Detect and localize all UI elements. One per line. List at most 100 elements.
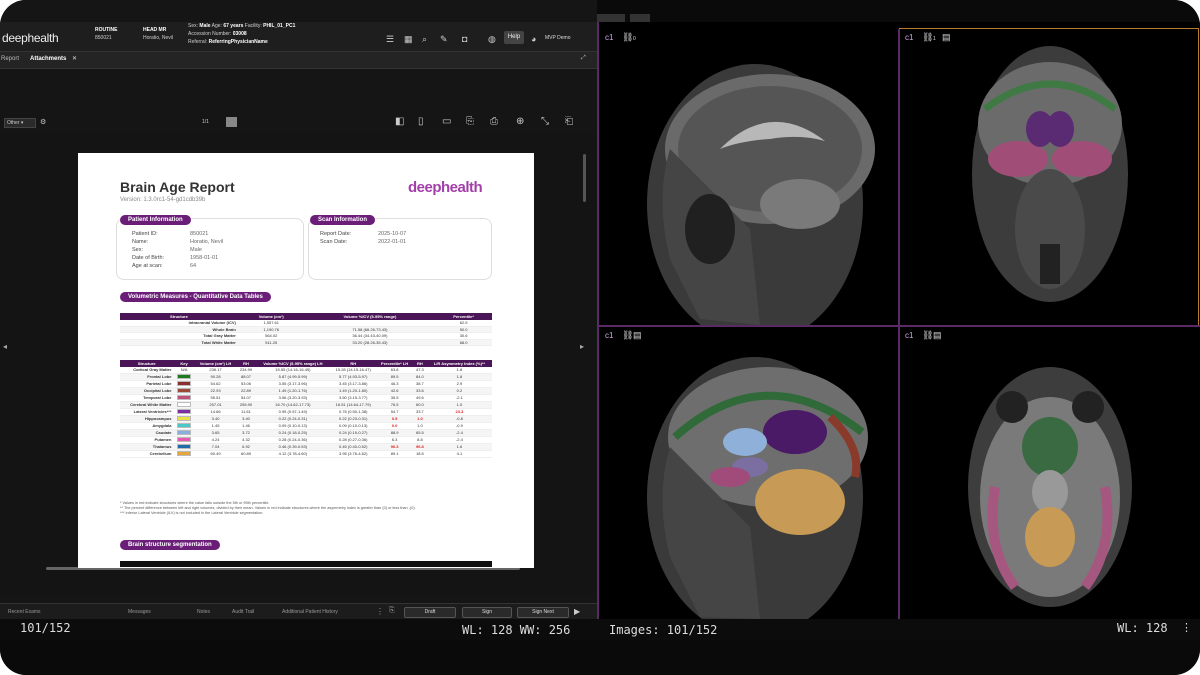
info-key: Age at scan: xyxy=(132,263,163,269)
segmentation-heading: Brain structure segmentation xyxy=(120,540,220,550)
structure-name: Temporal Lobe xyxy=(120,394,174,402)
link-icon[interactable]: ⛓ xyxy=(622,330,633,341)
table-cell: 3.55 (3.17-3.96) xyxy=(255,380,331,388)
paste-icon[interactable]: ⎘ xyxy=(389,607,395,615)
table-cell: 1.8 xyxy=(426,373,492,381)
viewer-header-tab[interactable] xyxy=(630,14,650,22)
report-footnotes: * Values in red indicate structures wher… xyxy=(120,501,510,516)
search-icon[interactable]: ⌕ xyxy=(422,34,427,45)
globe-icon[interactable]: ◍ xyxy=(488,34,496,45)
camera-icon[interactable]: ◘ xyxy=(462,34,467,44)
table-cell: 11.61 xyxy=(236,408,256,416)
layout-icon[interactable]: ▦ xyxy=(404,34,413,45)
help-button[interactable]: Help xyxy=(504,31,524,44)
patient-history-tab[interactable]: Additional Patient History xyxy=(282,609,338,615)
menu-icon[interactable]: ☰ xyxy=(386,34,394,45)
table-cell: 4.32 xyxy=(236,436,256,444)
scan-fields: Report Date: 2025-10-07 Scan Date: 2022-01-… xyxy=(320,230,406,246)
table-cell: 54.07 xyxy=(236,394,256,402)
sign-next-button[interactable]: Sign Next xyxy=(517,607,569,618)
bottom-frame xyxy=(0,640,1200,675)
draft-button[interactable]: Draft xyxy=(404,607,456,618)
report-pane: deephealth ROUTINE 850021 HEAD MR Horati… xyxy=(0,0,597,640)
link-count: 0 xyxy=(633,36,636,42)
table-cell: 511.25 xyxy=(237,339,305,347)
viewport-label: c1 xyxy=(605,33,614,42)
table-cell: 3.56 (3.20-3.93) xyxy=(255,394,331,402)
two-page-icon[interactable]: ▯ xyxy=(418,116,424,127)
audit-trail-tab[interactable]: Audit Trail xyxy=(232,609,254,615)
more-icon[interactable]: ⋮ xyxy=(1181,621,1192,634)
tools-icon[interactable]: ✎ xyxy=(440,34,448,45)
fit-screen-icon[interactable]: ⤡ xyxy=(541,116,549,127)
close-icon[interactable]: ✕ xyxy=(72,55,77,62)
table-cell: 42.6 xyxy=(376,387,413,395)
table-cell: 35.5 xyxy=(376,394,413,402)
prev-page-icon[interactable]: ◂ xyxy=(3,342,7,351)
tab-attachments[interactable]: Attachments xyxy=(30,56,66,62)
link-icon[interactable]: ⛓ xyxy=(922,330,933,341)
recent-exams-tab[interactable]: Recent Exams xyxy=(8,609,41,615)
notes-tab[interactable]: Notes xyxy=(197,609,210,615)
settings-icon[interactable]: ⚙ xyxy=(40,118,46,126)
annotation-icon[interactable]: ▤ xyxy=(633,330,642,341)
patient-name: Horatio, Nevil xyxy=(143,35,174,41)
structure-name: Amygdala xyxy=(120,422,174,430)
viewport-axial-seg[interactable]: c1 ⛓ ▤ xyxy=(900,327,1198,619)
report-logo: deephealth xyxy=(408,179,483,196)
table-cell: -2.4 xyxy=(426,436,492,444)
info-value: 64 xyxy=(190,263,197,269)
page-thumbnail-icon[interactable] xyxy=(226,117,237,127)
color-key xyxy=(173,394,195,402)
info-value: Male xyxy=(190,247,202,253)
download-icon[interactable]: ⎙ xyxy=(490,116,498,127)
table-cell: 5.87 (4.99-5.99) xyxy=(255,373,331,381)
annotation-icon[interactable]: ▤ xyxy=(933,330,942,341)
table-row: Total White Matter 511.25 33.20 (28.26-35.… xyxy=(120,339,492,347)
viewport-divider-vertical[interactable] xyxy=(898,29,900,619)
table-cell: 255.90 xyxy=(236,401,256,409)
table-cell: 1.45 xyxy=(194,422,237,430)
color-swatch xyxy=(177,436,192,442)
info-value: 2025-10-07 xyxy=(378,231,407,237)
single-page-icon[interactable]: ◧ xyxy=(395,116,404,127)
info-row: Sex: Male xyxy=(132,246,223,254)
table-cell: 8.8 xyxy=(412,436,427,444)
viewport-sagittal-1[interactable]: c1 ⛓ 0 xyxy=(600,29,898,325)
table-cell: 6.3 xyxy=(376,436,413,444)
rotate-icon[interactable]: ⎘ xyxy=(466,116,474,127)
footnote: *** Inferior Lateral Ventricle (ILV) is … xyxy=(120,511,264,515)
table-cell: 1.49 (1.20-1.76) xyxy=(255,387,331,395)
annotation-icon[interactable]: ▤ xyxy=(942,32,951,43)
tab-report[interactable]: Report xyxy=(1,56,19,62)
table-header: Structure xyxy=(120,360,174,367)
patient-fields: Patient ID: 850021 Name: Horatio, Nevil Sex:… xyxy=(132,230,223,270)
viewer-header-tab[interactable] xyxy=(595,14,625,22)
table-cell: 3.45 (3.17-3.86) xyxy=(330,380,377,388)
user-icon[interactable]: ◕ xyxy=(531,34,536,44)
fit-width-icon[interactable]: ▭ xyxy=(442,116,451,127)
viewport-coronal[interactable]: c1 ⛓ 1 ▤ xyxy=(899,28,1199,326)
next-page-icon[interactable]: ▸ xyxy=(580,342,584,351)
link-icon[interactable]: ⛓ xyxy=(622,32,633,43)
expand-icon[interactable]: ⤢ xyxy=(581,55,586,62)
viewport-divider-horizontal[interactable] xyxy=(597,325,1200,327)
zoom-in-icon[interactable]: ⊕ xyxy=(516,116,524,127)
play-icon[interactable]: ▶ xyxy=(574,607,580,616)
messages-tab[interactable]: Messages xyxy=(128,609,151,615)
table-header: Percentile* LH xyxy=(376,360,413,367)
sign-button[interactable]: Sign xyxy=(462,607,512,618)
structure-name: Frontal Lobe xyxy=(120,373,174,381)
table-cell: 6.92 xyxy=(236,443,256,451)
user-name[interactable]: MVP Demo xyxy=(545,35,570,41)
link-icon[interactable]: ⛓ xyxy=(922,32,933,43)
table-header: Volume %ICV (5-95% range) xyxy=(304,313,436,320)
table-cell: Total White Matter xyxy=(120,339,238,347)
print-icon[interactable]: ⎗ xyxy=(565,116,573,127)
table-cell: 18.5 xyxy=(412,450,427,458)
color-swatch xyxy=(177,450,192,456)
options-icon[interactable]: ⋮ xyxy=(376,607,384,616)
vertical-scrollbar[interactable] xyxy=(583,154,586,202)
attachment-filter-select[interactable]: Other ▾ xyxy=(4,118,36,128)
viewport-sagittal-seg[interactable]: c1 ⛓ ▤ xyxy=(600,327,898,619)
